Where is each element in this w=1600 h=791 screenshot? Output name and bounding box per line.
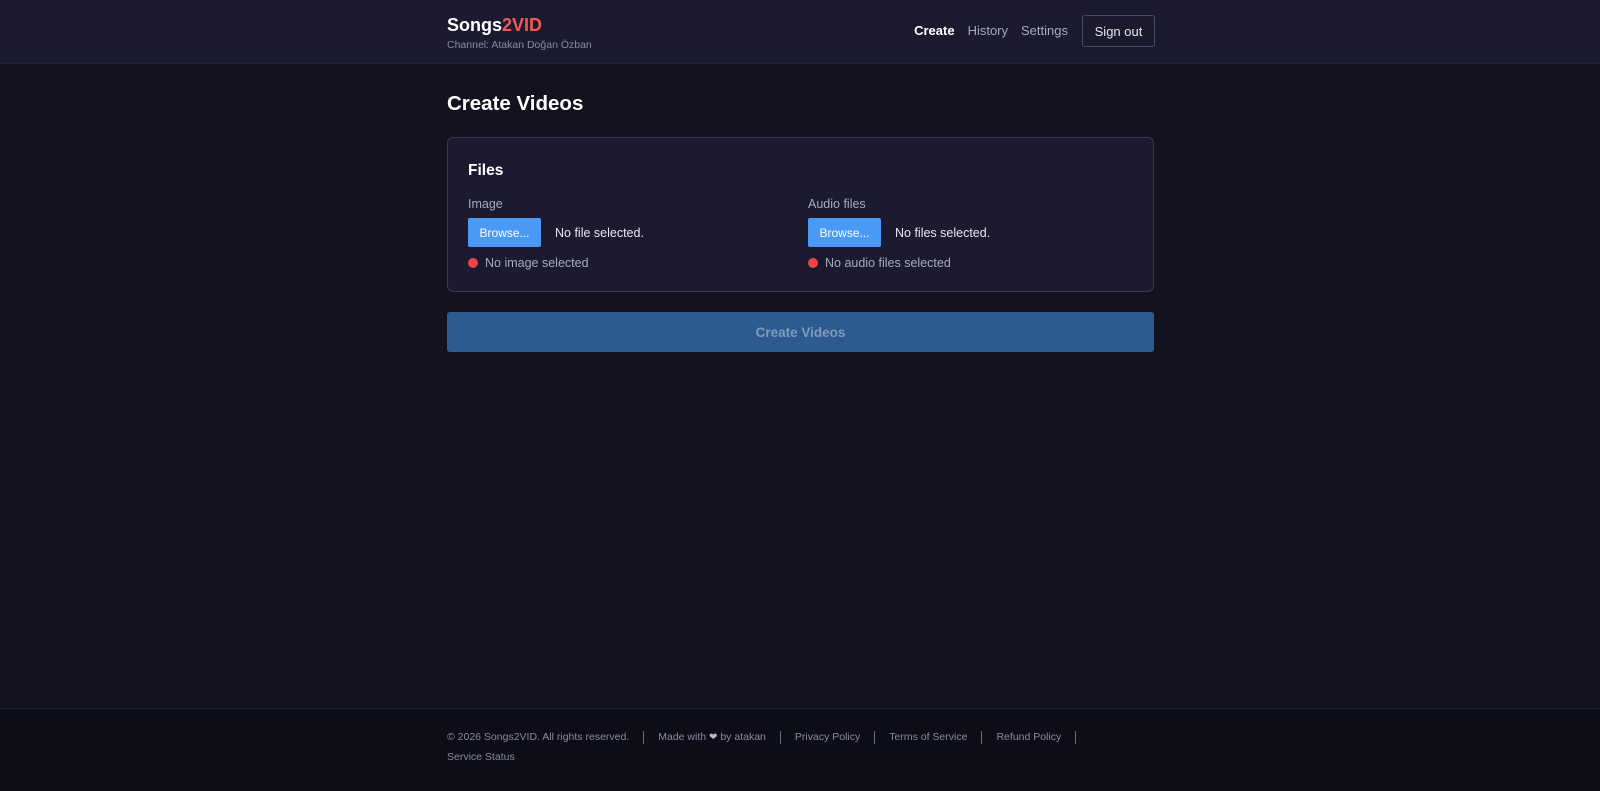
image-browse-button[interactable]: Browse... xyxy=(468,218,541,247)
footer-links: © 2026 Songs2VID. All rights reserved. M… xyxy=(447,729,1167,745)
footer-divider xyxy=(779,730,781,744)
brand-name-accent: 2VID xyxy=(502,15,543,35)
nav-settings[interactable]: Settings xyxy=(1021,15,1068,47)
error-dot-icon xyxy=(808,258,818,268)
image-label: Image xyxy=(468,197,503,211)
header-container: Songs2VID Channel: Atakan Doğan Özban Cr… xyxy=(447,0,1155,64)
top-header: Songs2VID Channel: Atakan Doğan Özban Cr… xyxy=(0,0,1600,64)
footer-divider xyxy=(643,730,645,744)
footer-copyright: © 2026 Songs2VID. All rights reserved. xyxy=(447,731,630,743)
audio-browse-button[interactable]: Browse... xyxy=(808,218,881,247)
footer-divider xyxy=(981,730,983,744)
image-file-status: No file selected. xyxy=(555,225,644,240)
footer-links-row-2: Service Status xyxy=(447,749,1167,765)
brand: Songs2VID Channel: Atakan Doğan Özban xyxy=(447,14,592,52)
audio-validation-text: No audio files selected xyxy=(825,256,951,270)
image-validation-text: No image selected xyxy=(485,256,589,270)
audio-label: Audio files xyxy=(808,197,866,211)
footer-divider xyxy=(1075,730,1077,744)
page-title: Create Videos xyxy=(447,92,584,115)
channel-name: Channel: Atakan Doğan Özban xyxy=(447,39,592,51)
service-status-link[interactable]: Service Status xyxy=(447,751,515,763)
brand-name-main: Songs xyxy=(447,15,503,35)
made-with-prefix: Made with xyxy=(658,731,707,743)
sign-out-button[interactable]: Sign out xyxy=(1082,15,1155,47)
nav-history[interactable]: History xyxy=(968,15,1008,47)
brand-logo[interactable]: Songs2VID xyxy=(447,14,592,36)
image-file-input: Browse... No file selected. xyxy=(468,218,788,247)
footer: © 2026 Songs2VID. All rights reserved. M… xyxy=(0,708,1600,791)
heart-icon: ❤ xyxy=(709,732,718,743)
image-field: Image Browse... No file selected. No ima… xyxy=(468,196,788,270)
audio-validation: No audio files selected xyxy=(808,256,1128,270)
files-card-title: Files xyxy=(468,162,504,179)
audio-file-input: Browse... No files selected. xyxy=(808,218,1128,247)
audio-field: Audio files Browse... No files selected.… xyxy=(808,196,1128,270)
refund-policy-link[interactable]: Refund Policy xyxy=(996,731,1061,743)
nav-create[interactable]: Create xyxy=(914,15,954,47)
create-videos-button[interactable]: Create Videos xyxy=(447,312,1154,352)
audio-file-status: No files selected. xyxy=(895,225,991,240)
files-card: Files Image Browse... No file selected. … xyxy=(447,137,1154,292)
terms-of-service-link[interactable]: Terms of Service xyxy=(889,731,967,743)
image-validation: No image selected xyxy=(468,256,788,270)
error-dot-icon xyxy=(468,258,478,268)
main-nav: Create History Settings Sign out xyxy=(914,15,1155,47)
made-with-suffix: by atakan xyxy=(720,731,766,743)
footer-container: © 2026 Songs2VID. All rights reserved. M… xyxy=(447,729,1167,765)
footer-made-with: Made with ❤ by atakan xyxy=(658,731,766,743)
footer-divider xyxy=(874,730,876,744)
privacy-policy-link[interactable]: Privacy Policy xyxy=(795,731,860,743)
